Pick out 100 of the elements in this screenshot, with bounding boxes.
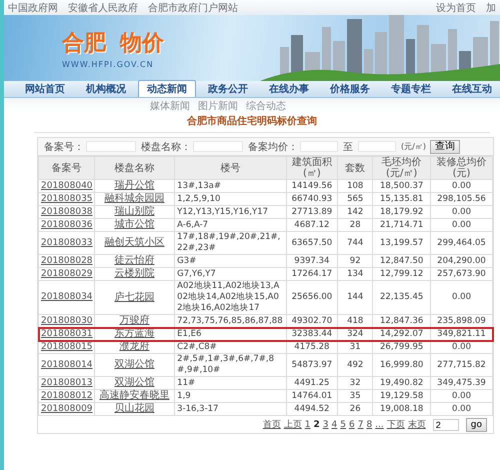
input-field[interactable] <box>358 141 396 152</box>
table-cell: 0.00 <box>430 402 492 416</box>
table-cell: 19,129.58 <box>372 390 431 402</box>
top-link[interactable]: 中国政府网 <box>8 0 58 14</box>
table-cell: 19,008.18 <box>372 402 431 416</box>
top-link[interactable]: 加 <box>486 0 496 14</box>
table-cell: 28 <box>338 218 373 232</box>
page-link[interactable]: 下页 <box>386 418 405 431</box>
table-cell: 18,179.92 <box>372 206 431 218</box>
input-field[interactable] <box>86 141 136 152</box>
column-header: 装修总均价(元) <box>430 156 492 180</box>
table-cell: 4491.25 <box>286 376 338 390</box>
table-cell: 349,475.39 <box>430 376 492 390</box>
table-cell: 1,2,5,9,10 <box>174 192 286 206</box>
top-link[interactable]: 安徽省人民政府 <box>68 0 138 14</box>
table-cell: 0.00 <box>430 206 492 218</box>
page-link[interactable]: 首页 <box>262 418 281 431</box>
table-cell: 3-16,3-17 <box>174 402 286 416</box>
table-cell: 26,799.95 <box>372 340 431 354</box>
page-link[interactable]: 8 <box>366 420 372 430</box>
logo-text: 合肥 <box>62 28 106 58</box>
page-link[interactable]: 1 <box>304 420 310 430</box>
go-button[interactable]: go <box>466 418 487 432</box>
top-link[interactable]: 设为首页 <box>436 0 476 14</box>
page-link[interactable]: 6 <box>348 420 355 430</box>
table-cell: 744 <box>338 232 373 254</box>
nav-tab[interactable]: 专题专栏 <box>382 80 440 97</box>
column-header: 备案号 <box>38 156 94 180</box>
page-link[interactable]: 5 <box>340 420 346 430</box>
page-title: 合肥市商品住宅明码标价查询 <box>186 115 318 129</box>
table-cell: 27713.89 <box>286 206 338 218</box>
table-cell: 22,135.45 <box>372 280 431 314</box>
nav-tab[interactable]: 在线办事 <box>260 80 318 97</box>
page-input[interactable]: 2 <box>432 418 459 430</box>
table-cell: 31 <box>338 340 373 354</box>
table-cell: 12,799.12 <box>372 268 431 280</box>
table-cell: 72,73,75,76,85,86,87,88 <box>174 314 286 328</box>
range-word: 至 <box>343 140 353 154</box>
table-cell: 63657.50 <box>286 232 338 254</box>
table-cell: 298,105.56 <box>430 192 492 206</box>
table-cell: 14149.56 <box>286 180 338 192</box>
page-link[interactable]: 4 <box>332 420 338 430</box>
table-cell: 21,714.71 <box>372 218 431 232</box>
field-label: 备案号： <box>44 140 84 154</box>
table-cell: 54873.97 <box>286 354 338 376</box>
table-cell: G7,Y6,Y7 <box>174 268 286 280</box>
table-cell: 0.00 <box>430 280 492 314</box>
table-cell: 9397.34 <box>286 254 338 268</box>
top-link[interactable]: 合肥市政府门户网站 <box>148 0 238 14</box>
table-cell: 13,199.57 <box>372 232 431 254</box>
nav-tab[interactable]: 在线互动 <box>443 80 500 97</box>
table-cell: 11# <box>174 376 286 390</box>
table-cell: 17264.17 <box>286 268 338 280</box>
page-link[interactable]: 上页 <box>284 418 302 431</box>
table-cell: 17#,18#,19#,20#,21#,22#,23# <box>174 232 286 254</box>
site-url: WWW.HFPI.GOV.CN <box>62 60 155 68</box>
unit-label: (元/㎡) <box>401 141 426 152</box>
table-cell: 134 <box>338 268 373 280</box>
column-header: 建筑面积(㎡) <box>286 156 338 180</box>
table-cell: 0.00 <box>430 390 492 402</box>
nav-tab[interactable]: 价格服务 <box>321 80 379 97</box>
nav-tab[interactable]: 政务公开 <box>199 80 257 97</box>
table-cell: 257,673.90 <box>430 268 492 280</box>
table-cell: 1,9 <box>174 390 286 402</box>
table-cell: 32 <box>338 376 373 390</box>
table-cell: C2#,C8# <box>174 340 286 354</box>
table-cell: 0.00 <box>430 340 492 354</box>
table-cell: A02地块11,A02地块13,A02地块14,A02地块15,A02地块16,A02地块17 <box>174 280 286 314</box>
table-cell: 4494.52 <box>286 402 338 416</box>
table-cell: A-6,A-7 <box>174 218 286 232</box>
page-link[interactable]: 7 <box>358 420 364 430</box>
table-cell: 26 <box>338 402 373 416</box>
record-link[interactable]: 庐七花园 <box>114 292 154 302</box>
table-cell: 13#,13a# <box>174 180 286 192</box>
table-cell: 66740.93 <box>286 192 338 206</box>
table-cell: 35 <box>338 390 373 402</box>
column-header: 毛坯均价(元/㎡) <box>372 156 431 180</box>
nav-tab[interactable]: 机构概况 <box>77 80 135 97</box>
table-cell: 108 <box>338 180 373 192</box>
nav-tab[interactable]: 动态新闻 <box>138 80 196 97</box>
page-link[interactable]: 3 <box>322 420 328 430</box>
column-header: 楼号 <box>174 156 286 180</box>
table-cell: 142 <box>338 206 373 218</box>
table-cell: 12,847.50 <box>372 254 431 268</box>
field-label: 楼盘名称： <box>141 140 191 154</box>
input-field[interactable] <box>300 141 338 152</box>
table-cell: 92 <box>338 254 373 268</box>
logo-text: 物价 <box>120 28 164 58</box>
nav-tab[interactable]: 网站首页 <box>16 80 74 97</box>
table-cell: G3# <box>174 254 286 268</box>
search-button[interactable]: 查询 <box>430 140 460 154</box>
field-label: 备案均价： <box>248 140 298 154</box>
table-cell: 492 <box>338 354 373 376</box>
table-cell: 4175.28 <box>286 340 338 354</box>
column-header: 楼盘名称 <box>94 156 175 180</box>
page-link[interactable]: 末页 <box>408 418 426 431</box>
page-link[interactable]: ... <box>375 420 384 430</box>
table-cell: 0.00 <box>430 180 492 192</box>
column-header: 套数 <box>338 156 373 180</box>
input-field[interactable] <box>193 141 243 152</box>
